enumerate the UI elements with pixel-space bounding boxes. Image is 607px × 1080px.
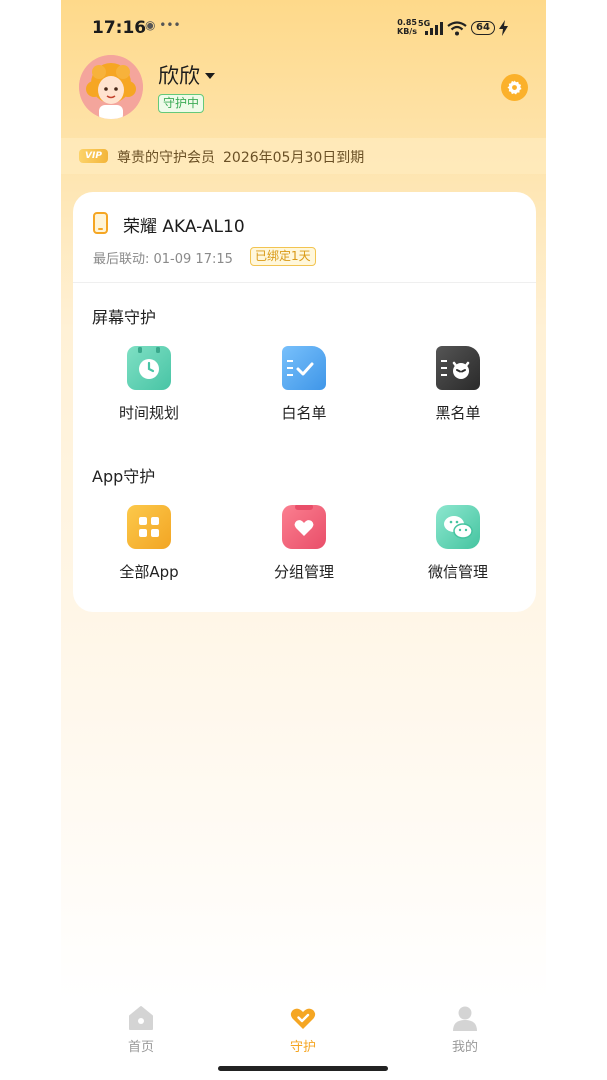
vip-expiry: 2026年05月30日到期	[223, 150, 365, 166]
tab-home[interactable]: 首页	[101, 1004, 181, 1055]
heart-check-icon	[289, 1004, 317, 1032]
user-name: 欣欣	[158, 64, 200, 88]
network-speed: 0.85 KB/s	[397, 18, 417, 36]
user-name-switcher[interactable]: 欣欣	[158, 60, 215, 90]
app-screen: 17:16 ◉ ••• 0.85 KB/s 5G 64 欣欣 守护中 VIP 尊…	[61, 0, 546, 1080]
status-bar: 17:16 ◉ ••• 0.85 KB/s 5G 64	[61, 0, 546, 58]
avatar[interactable]	[79, 55, 143, 119]
settings-button[interactable]	[501, 74, 528, 101]
wechat-management-button[interactable]: 微信管理	[393, 505, 523, 582]
wechat-icon	[436, 505, 480, 549]
avatar-illustration	[79, 55, 143, 119]
heart-group-icon	[282, 505, 326, 549]
whitelist-button[interactable]: 白名单	[239, 346, 369, 423]
dropdown-caret-icon	[205, 73, 215, 79]
vip-icon: VIP	[79, 149, 108, 163]
tab-guard-label: 守护	[289, 1040, 316, 1055]
user-icon	[451, 1004, 479, 1032]
blacklist-label: 黑名单	[435, 404, 481, 422]
gear-icon	[507, 80, 522, 95]
blacklist-button[interactable]: 黑名单	[393, 346, 523, 423]
divider	[73, 282, 536, 283]
tab-mine[interactable]: 我的	[425, 1004, 505, 1055]
charging-icon	[499, 20, 508, 36]
status-icons: 5G 64	[418, 19, 508, 37]
tab-guard[interactable]: 守护	[263, 1004, 343, 1055]
time-planning-button[interactable]: 时间规划	[84, 346, 214, 423]
status-time: 17:16	[92, 18, 147, 38]
vip-text: 尊贵的守护会员 2026年05月30日到期	[117, 147, 364, 167]
wechat-management-label: 微信管理	[427, 563, 488, 581]
time-planning-label: 时间规划	[118, 404, 179, 422]
phone-device-icon	[93, 212, 108, 234]
device-guard-card: 荣耀 AKA-AL10 最后联动: 01-09 17:15 已绑定1天 屏幕守护…	[73, 192, 536, 612]
section-title-screen-guard: 屏幕守护	[92, 308, 157, 327]
network-type: 5G	[418, 19, 431, 28]
group-management-label: 分组管理	[273, 563, 334, 581]
all-apps-button[interactable]: 全部App	[84, 505, 214, 582]
notification-icons: ◉ •••	[145, 18, 181, 32]
section-title-app-guard: App守护	[92, 467, 156, 486]
vip-label: 尊贵的守护会员	[117, 150, 215, 166]
device-name: 荣耀 AKA-AL10	[123, 217, 245, 237]
wifi-icon	[447, 20, 467, 35]
clock-calendar-icon	[127, 346, 171, 390]
whitelist-label: 白名单	[281, 404, 327, 422]
tab-mine-label: 我的	[451, 1040, 478, 1055]
battery-icon: 64	[471, 21, 495, 35]
home-icon	[127, 1004, 155, 1032]
group-management-button[interactable]: 分组管理	[239, 505, 369, 582]
whitelist-doc-icon	[282, 346, 326, 390]
last-sync-time: 最后联动: 01-09 17:15	[93, 252, 233, 267]
vip-membership-bar[interactable]: VIP 尊贵的守护会员 2026年05月30日到期	[61, 138, 546, 174]
bind-duration-badge: 已绑定1天	[250, 247, 316, 266]
blacklist-doc-icon	[436, 346, 480, 390]
guard-status-badge: 守护中	[158, 94, 205, 113]
apps-grid-icon	[127, 505, 171, 549]
bottom-tab-bar: 首页 守护 我的	[61, 998, 546, 1058]
home-indicator[interactable]	[218, 1066, 388, 1071]
tab-home-label: 首页	[127, 1040, 154, 1055]
all-apps-label: 全部App	[119, 563, 179, 581]
